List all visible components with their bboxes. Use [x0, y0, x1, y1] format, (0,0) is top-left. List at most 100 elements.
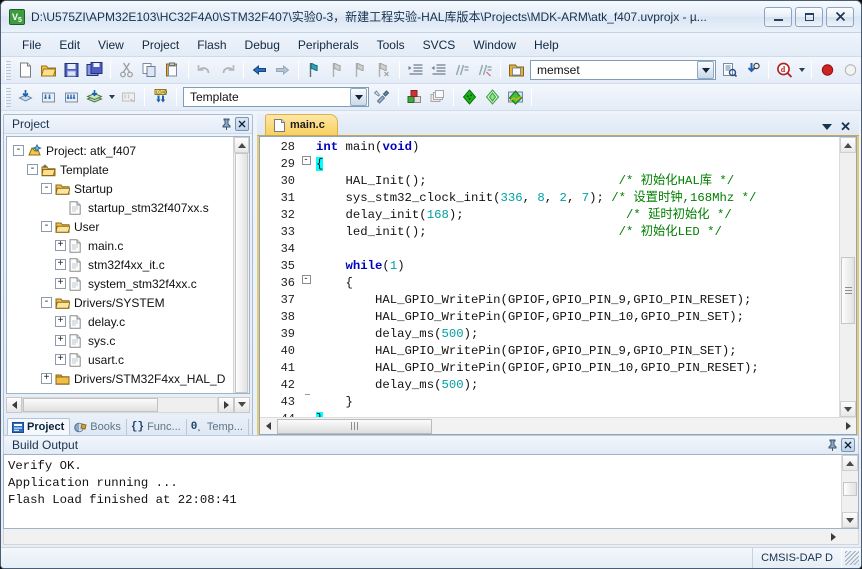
open-include-icon[interactable] [505, 59, 528, 81]
menu-debug[interactable]: Debug [236, 35, 289, 55]
code-line[interactable]: 42 delay_ms(500); [260, 377, 839, 394]
tab-functions[interactable]: {} Func... [127, 419, 187, 436]
fold-margin[interactable]: - [300, 275, 312, 284]
code-lines[interactable]: 28 int main(void) 29-{30 HAL_Init(); /* 初始… [260, 137, 839, 417]
chevron-down-icon[interactable] [697, 61, 714, 79]
vscroll-track[interactable] [840, 153, 856, 401]
menu-peripherals[interactable]: Peripherals [289, 35, 368, 55]
collapse-toggle-icon[interactable]: - [41, 183, 52, 194]
scroll-down-button[interactable] [842, 512, 858, 528]
tree-item[interactable]: - Startup [13, 179, 233, 198]
code-line[interactable]: 31 sys_stm32_clock_init(336, 8, 2, 7); /… [260, 190, 839, 207]
code-editor[interactable]: 28 int main(void) 29-{30 HAL_Init(); /* 初始… [259, 136, 857, 435]
expand-toggle-icon[interactable]: + [55, 316, 66, 327]
open-file-icon[interactable] [37, 59, 60, 81]
tree-item[interactable]: + sys.c [13, 331, 233, 350]
code-line[interactable]: 33 led_init(); /* 初始化LED */ [260, 224, 839, 241]
code-line[interactable]: 40 HAL_GPIO_WritePin(GPIOF,GPIO_PIN_9,GP… [260, 343, 839, 360]
code-line[interactable]: 36- { [260, 275, 839, 292]
pin-icon[interactable] [218, 116, 234, 132]
menu-tools[interactable]: Tools [368, 35, 414, 55]
fold-collapse-icon[interactable]: - [301, 275, 311, 284]
tree-item[interactable]: + Drivers/STM32F4xx_HAL_D [13, 369, 233, 388]
redo-icon[interactable] [216, 59, 239, 81]
scroll-right-button[interactable] [218, 396, 234, 413]
collapse-toggle-icon[interactable]: - [27, 164, 38, 175]
build-vscrollbar[interactable] [841, 455, 858, 528]
expand-toggle-icon[interactable]: + [55, 240, 66, 251]
code-line[interactable]: 35 while(1) [260, 258, 839, 275]
tree-item[interactable]: - Drivers/SYSTEM [13, 293, 233, 312]
pin-icon[interactable] [824, 437, 840, 453]
navigate-back-icon[interactable] [248, 59, 271, 81]
close-icon[interactable] [840, 437, 856, 453]
save-all-icon[interactable] [83, 59, 106, 81]
collapse-toggle-icon[interactable]: - [41, 221, 52, 232]
code-vscrollbar[interactable] [839, 137, 856, 417]
manage-project-items-icon[interactable] [403, 86, 426, 108]
code-line[interactable]: 29-{ [260, 156, 839, 173]
tree-item[interactable]: + delay.c [13, 312, 233, 331]
menu-view[interactable]: View [89, 35, 133, 55]
chevron-down-icon[interactable] [350, 88, 367, 106]
resize-grip[interactable] [845, 551, 859, 565]
hscroll-thumb[interactable] [23, 397, 158, 412]
comment-icon[interactable] [450, 59, 473, 81]
expand-toggle-icon[interactable]: + [41, 373, 52, 384]
bookmark-next-icon[interactable] [349, 59, 372, 81]
code-line[interactable]: 32 delay_init(168); /* 延时初始化 */ [260, 207, 839, 224]
build-output-text[interactable]: Verify OK. Application running ... Flash L… [4, 455, 841, 528]
uncomment-icon[interactable] [473, 59, 496, 81]
find-in-files-icon[interactable] [718, 59, 741, 81]
scroll-right-button[interactable] [825, 529, 841, 545]
menu-window[interactable]: Window [464, 35, 525, 55]
cut-icon[interactable] [115, 59, 138, 81]
manage-run-time-env-icon[interactable] [481, 86, 504, 108]
toolbar-grip[interactable] [5, 87, 11, 107]
fold-collapse-icon[interactable]: - [301, 156, 311, 165]
vscroll-thumb[interactable] [843, 482, 857, 496]
tree-item[interactable]: - Template [13, 160, 233, 179]
menu-edit[interactable]: Edit [50, 35, 89, 55]
editor-tab-main-c[interactable]: main.c [265, 114, 338, 135]
scroll-up-button[interactable] [840, 137, 856, 153]
toolbar-grip[interactable] [5, 60, 11, 80]
multi-project-icon[interactable] [426, 86, 449, 108]
scroll-down-button[interactable] [234, 396, 250, 413]
expand-toggle-icon[interactable]: + [55, 278, 66, 289]
find-combo[interactable]: memset [530, 60, 716, 80]
debug-start-icon[interactable]: d [773, 59, 796, 81]
build-hscrollbar[interactable] [3, 529, 859, 545]
scroll-left-button[interactable] [6, 396, 22, 413]
incremental-find-icon[interactable] [741, 59, 764, 81]
menu-help[interactable]: Help [525, 35, 568, 55]
bookmark-prev-icon[interactable] [326, 59, 349, 81]
batch-build-icon[interactable] [83, 86, 106, 108]
menu-flash[interactable]: Flash [188, 35, 235, 55]
tree-item[interactable]: startup_stm32f407xx.s [13, 198, 233, 217]
minimize-button[interactable] [764, 6, 792, 27]
menu-project[interactable]: Project [133, 35, 188, 55]
search-input[interactable]: memset [531, 63, 697, 77]
code-line[interactable]: 34 [260, 241, 839, 258]
bookmark-toggle-icon[interactable] [303, 59, 326, 81]
project-tree-scrollbar[interactable] [233, 137, 249, 393]
tree-item[interactable]: - User [13, 217, 233, 236]
vscroll-track[interactable] [842, 471, 858, 512]
indent-left-icon[interactable] [427, 59, 450, 81]
scroll-up-button[interactable] [234, 137, 249, 153]
tree-item[interactable]: - Project: atk_f407 [13, 141, 233, 160]
scroll-left-button[interactable] [260, 418, 276, 434]
save-icon[interactable] [60, 59, 83, 81]
indent-right-icon[interactable] [404, 59, 427, 81]
scroll-right-button[interactable] [840, 418, 856, 434]
code-line[interactable]: 41 HAL_GPIO_WritePin(GPIOF,GPIO_PIN_10,G… [260, 360, 839, 377]
tab-books[interactable]: Books [70, 419, 127, 436]
hscroll-track[interactable] [277, 418, 432, 434]
menu-svcs[interactable]: SVCS [414, 35, 465, 55]
expand-toggle-icon[interactable]: + [55, 354, 66, 365]
translate-icon[interactable] [14, 86, 37, 108]
target-combo[interactable]: Template [183, 87, 369, 107]
batch-build-caret[interactable] [106, 86, 117, 108]
navigate-forward-icon[interactable] [271, 59, 294, 81]
